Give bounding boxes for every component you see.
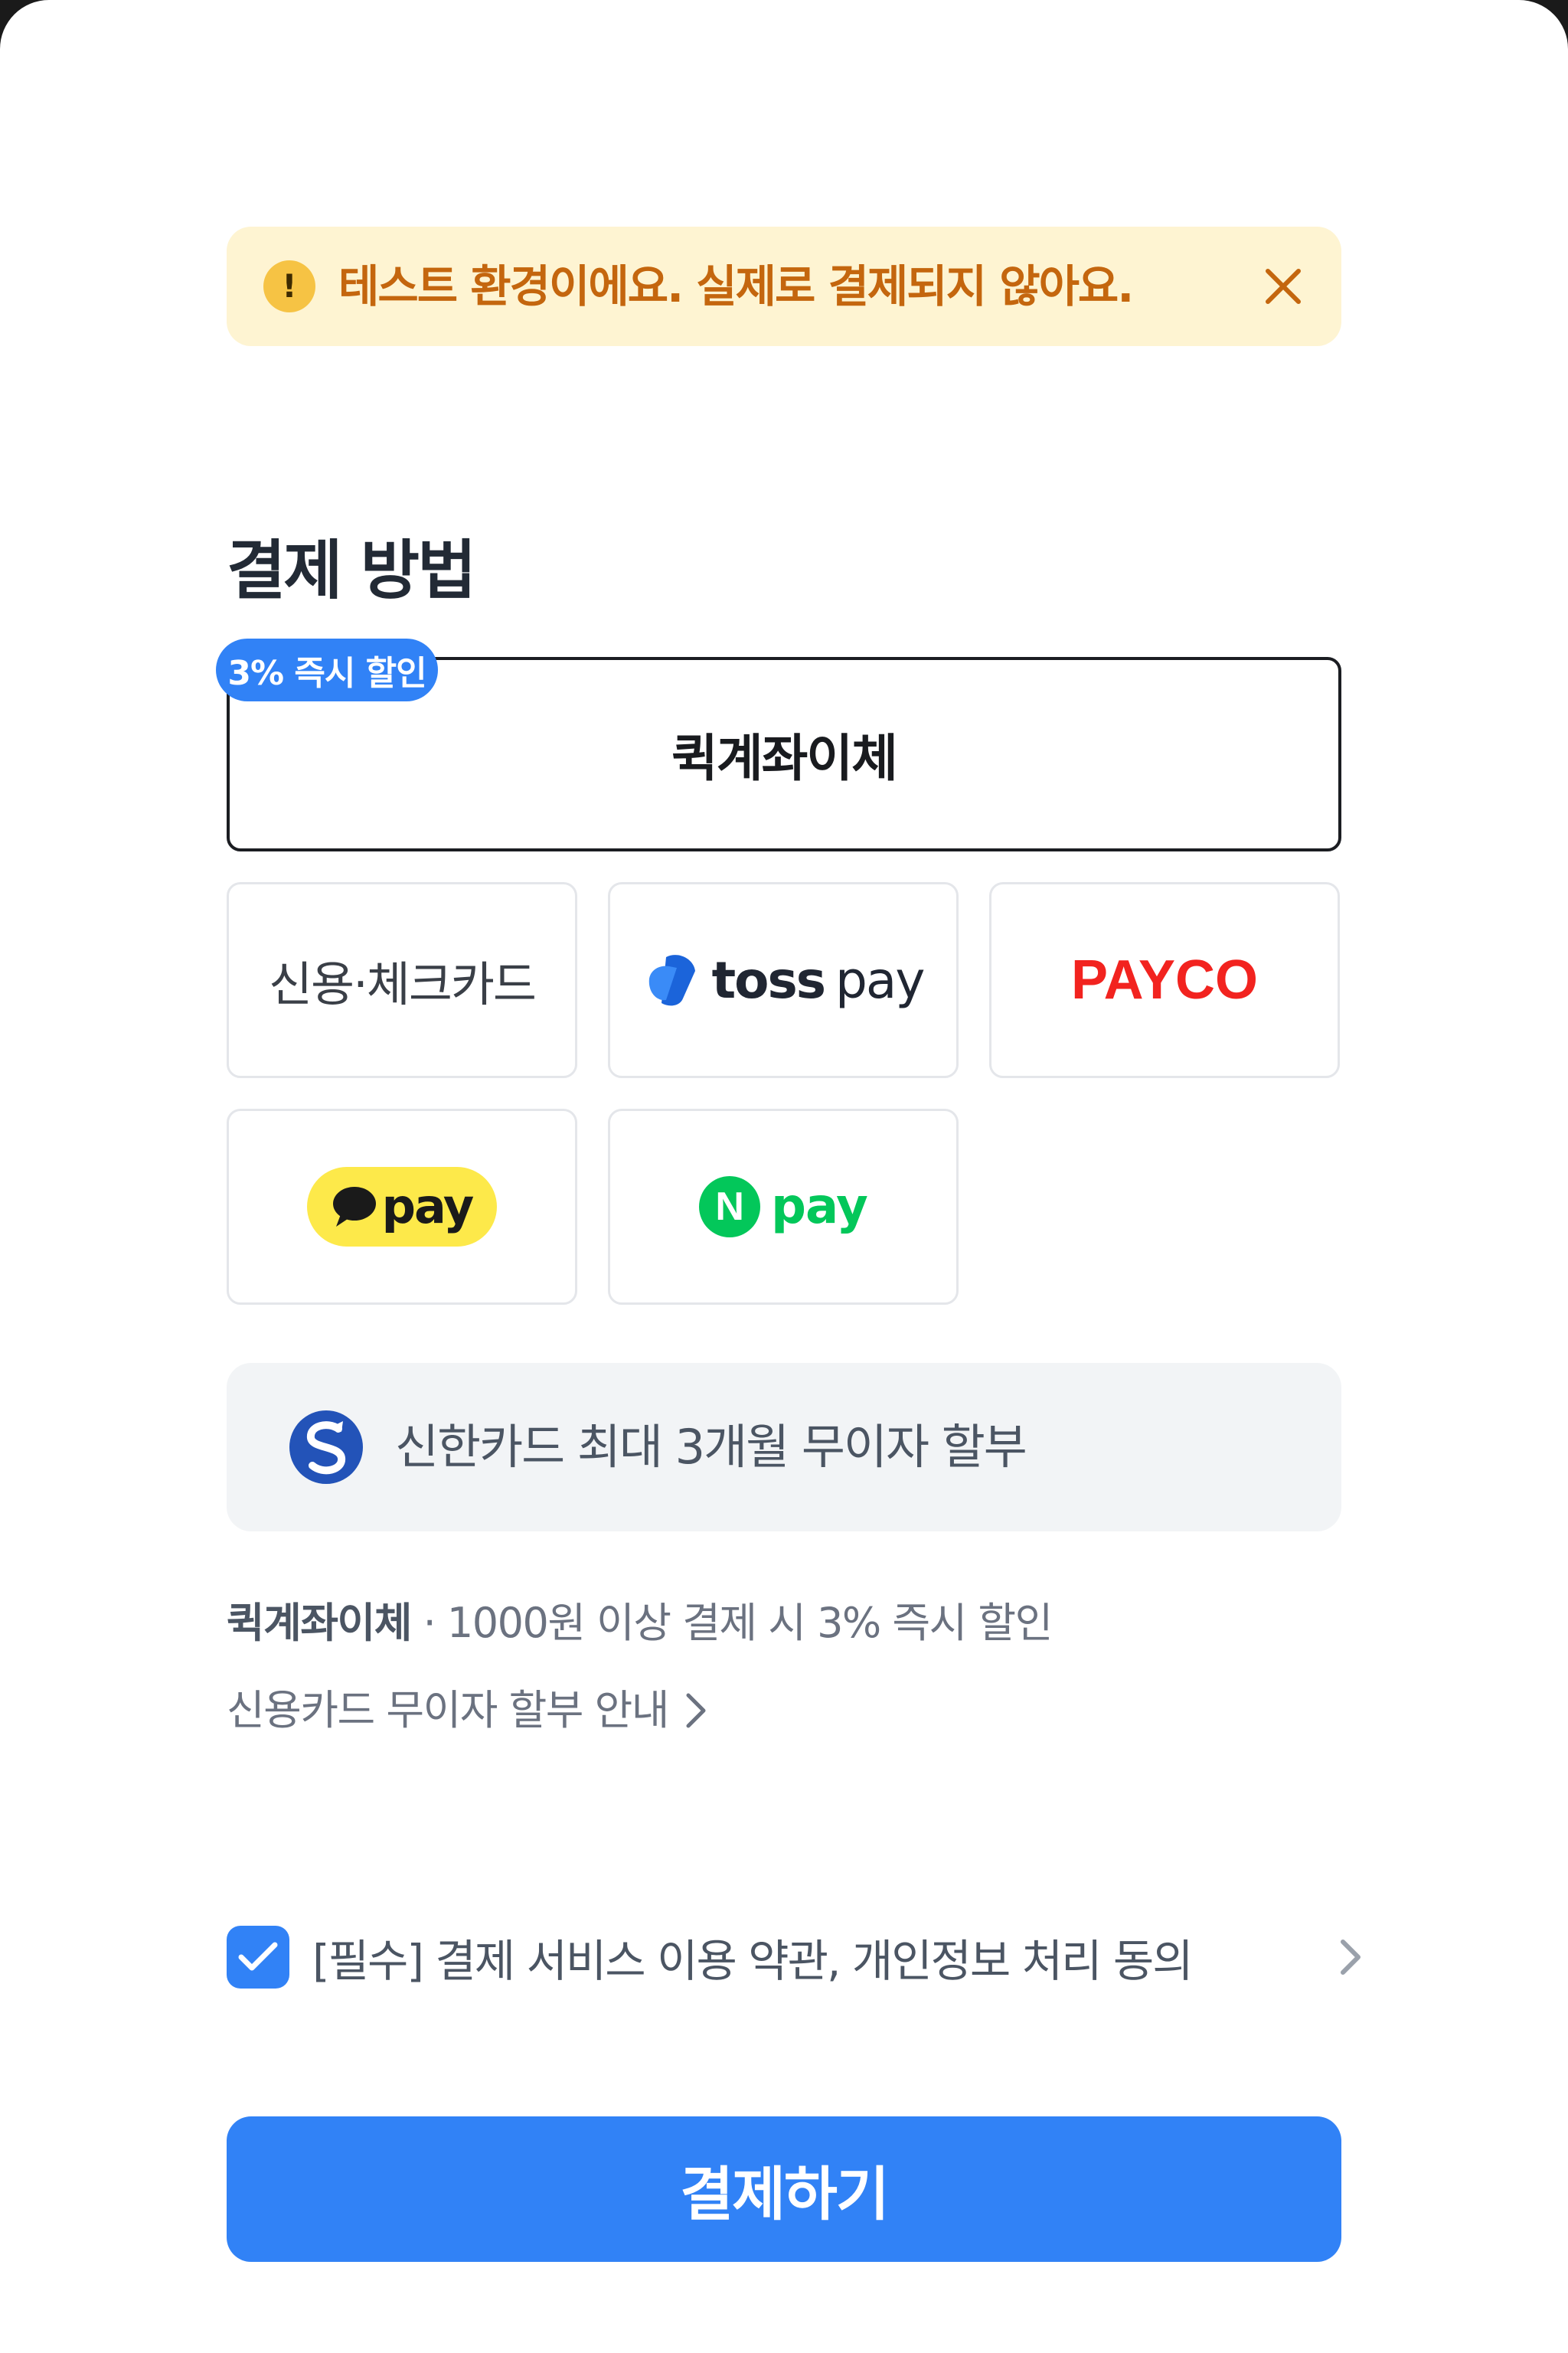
installment-guide-label: 신용카드 무이자 할부 안내 [227, 1686, 669, 1734]
shinhan-installment-promo[interactable]: 신한카드 최대 3개월 무이자 할부 [227, 1363, 1341, 1531]
terms-checkbox[interactable] [227, 1926, 289, 1989]
payco-option[interactable]: PAYCO [989, 882, 1340, 1078]
discount-badge: 3% 즉시 할인 [216, 639, 438, 701]
chevron-right-icon [686, 1693, 706, 1728]
card-payment-label: 신용·체크카드 [269, 956, 537, 1012]
quick-transfer-label: 퀵계좌이체 [671, 729, 898, 788]
tosspay-option[interactable]: toss pay [608, 882, 959, 1078]
toss-pay-wordmark: pay [835, 950, 925, 1010]
shinhan-logo-icon [289, 1410, 363, 1484]
tosspay-logo: toss pay [643, 950, 925, 1010]
kakao-speech-bubble-icon [332, 1187, 376, 1227]
pay-button[interactable]: 결제하기 [227, 2116, 1341, 2262]
alert-icon: ! [263, 260, 315, 312]
terms-agreement-row[interactable]: [필수] 결제 서비스 이용 약관, 개인정보 처리 동의 [227, 1923, 1375, 1991]
installment-guide-link[interactable]: 신용카드 무이자 할부 안내 [227, 1680, 707, 1741]
naverpay-option[interactable]: N pay [608, 1109, 959, 1305]
banner-message: 테스트 환경이에요. 실제로 결제되지 않아요. [338, 260, 1134, 312]
quick-transfer-info-desc: · 1000원 이상 결제 시 3% 즉시 할인 [410, 1599, 1054, 1647]
toss-wordmark: toss [711, 950, 826, 1010]
test-environment-banner: ! 테스트 환경이에요. 실제로 결제되지 않아요. [227, 227, 1341, 346]
close-icon [1266, 269, 1301, 304]
chevron-right-icon[interactable] [1338, 1934, 1363, 1980]
toss-logo-icon [648, 955, 695, 1006]
payment-sheet: ! 테스트 환경이에요. 실제로 결제되지 않아요. 결제 방법 퀵계좌이체 3… [0, 0, 1568, 2353]
naver-n-icon: N [699, 1176, 761, 1237]
close-banner-button[interactable] [1256, 259, 1311, 314]
promo-text: 신한카드 최대 3개월 무이자 할부 [395, 1419, 1027, 1475]
kakaopay-option[interactable]: pay [227, 1109, 577, 1305]
kakaopay-wordmark: pay [381, 1178, 475, 1234]
payco-logo: PAYCO [1070, 949, 1259, 1011]
card-payment-option[interactable]: 신용·체크카드 [227, 882, 577, 1078]
check-icon [238, 1942, 278, 1971]
quick-transfer-info-name: 퀵계좌이체 [227, 1599, 412, 1647]
naverpay-wordmark: pay [771, 1178, 868, 1235]
quick-transfer-info: 퀵계좌이체 · 1000원 이상 결제 시 3% 즉시 할인 [227, 1593, 1054, 1654]
terms-label: [필수] 결제 서비스 이용 약관, 개인정보 처리 동의 [312, 1935, 1194, 1987]
payment-method-title: 결제 방법 [227, 533, 476, 608]
naverpay-logo: N pay [699, 1176, 868, 1237]
kakaopay-logo: pay [307, 1167, 497, 1247]
